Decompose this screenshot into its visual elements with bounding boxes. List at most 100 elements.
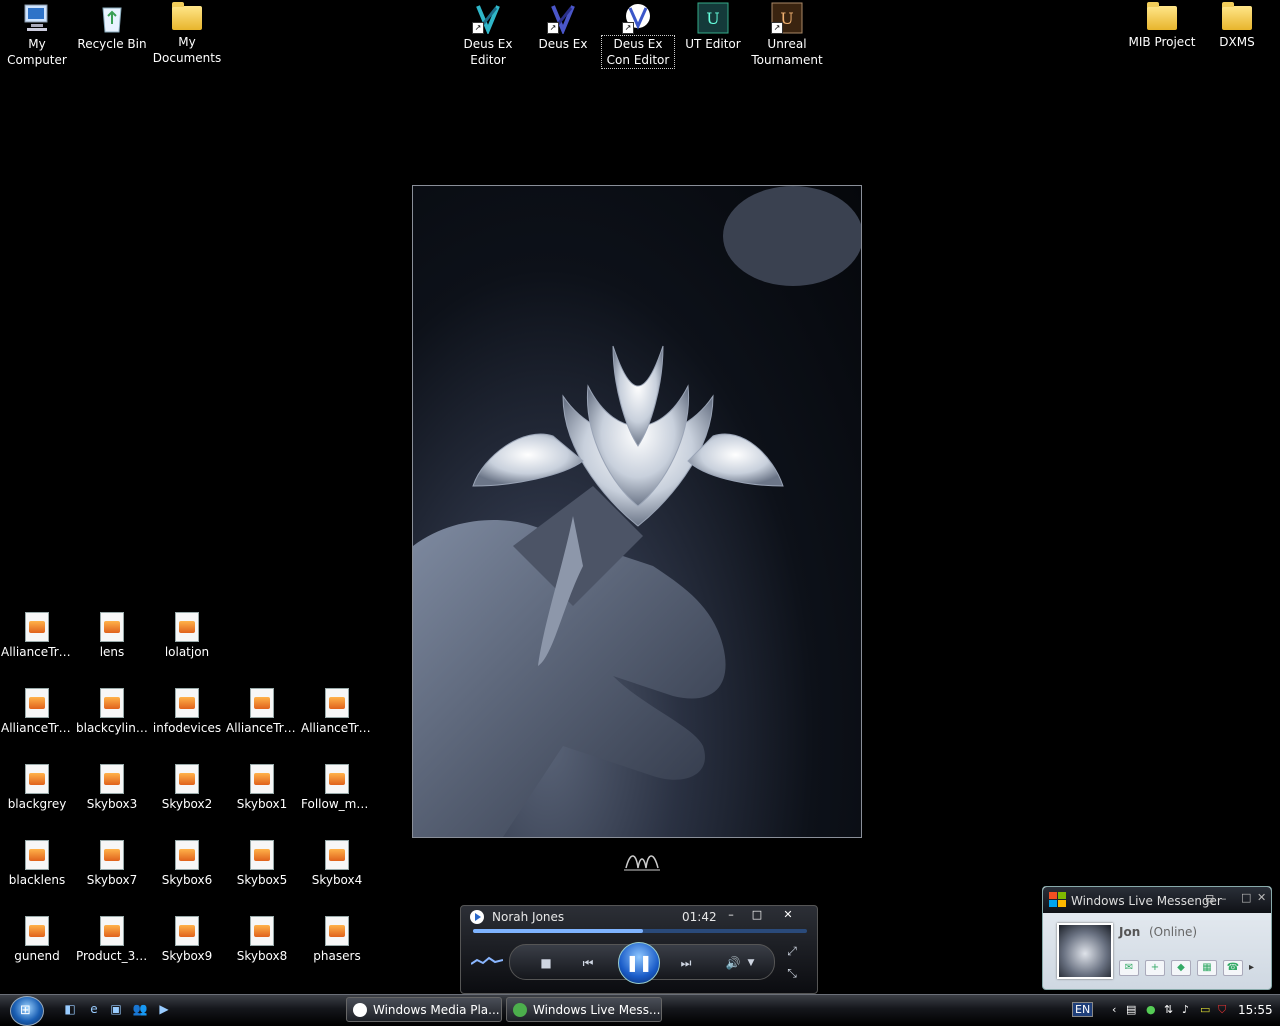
image-file-icon (25, 840, 49, 870)
desktop-icon-my-computer[interactable]: My Computer (1, 2, 73, 68)
options-icon[interactable]: ⊟ (1205, 892, 1214, 905)
maximize-icon[interactable]: □ (1241, 891, 1251, 904)
image-file-icon (100, 840, 124, 870)
desktop-file-icon[interactable]: gunend (1, 914, 73, 964)
contact-name[interactable]: Jon (1119, 925, 1140, 939)
volume-dropdown-icon[interactable]: ▼ (745, 954, 757, 972)
spaces-icon[interactable]: ▦ (1197, 960, 1217, 976)
media-player-titlebar[interactable]: Norah Jones 01:42 – □ ✕ (461, 906, 817, 928)
visualization-icon[interactable] (471, 954, 503, 968)
desktop-file-icon[interactable]: Skybox1 (226, 762, 298, 812)
desktop-file-label: Product_3113 (76, 949, 148, 963)
close-icon[interactable]: ✕ (1257, 891, 1266, 904)
desktop-file-icon[interactable]: lens (76, 610, 148, 660)
switch-windows-icon[interactable]: ▣ (108, 1001, 124, 1017)
stop-button[interactable]: ■ (539, 954, 553, 972)
desktop-file-icon[interactable]: AllianceTri... (226, 686, 298, 736)
taskbar-clock[interactable]: 15:55 (1238, 1003, 1273, 1017)
image-file-icon (250, 840, 274, 870)
taskbar-button-label: Windows Media Pla... (373, 1003, 500, 1017)
messenger-window[interactable]: Windows Live Messenger ⊟ – □ ✕ Jon (Onli… (1042, 886, 1272, 990)
desktop-file-label: blacklens (8, 873, 66, 887)
image-file-icon (25, 764, 49, 794)
desktop-icon-deus-ex-con-editor[interactable]: ↗ Deus Ex Con Editor (601, 2, 675, 69)
messenger-quicklaunch-icon[interactable]: 👥 (132, 1001, 148, 1017)
previous-button[interactable]: ⏮ (571, 954, 605, 972)
desktop-file-icon[interactable]: Skybox4 (301, 838, 373, 888)
desktop-file-icon[interactable]: blackgrey (1, 762, 73, 812)
desktop-file-icon[interactable]: Product_3113 (76, 914, 148, 964)
language-indicator[interactable]: EN (1072, 1002, 1094, 1017)
restore-button[interactable]: □ (748, 908, 766, 922)
taskbar-button-messenger[interactable]: Windows Live Mess... (506, 997, 662, 1022)
desktop-file-icon[interactable]: blacklens (1, 838, 73, 888)
switch-to-library-icon[interactable]: ⤢ (783, 942, 801, 960)
desktop-file-icon[interactable]: AllianceTri... (301, 686, 373, 736)
internet-explorer-icon[interactable]: e (86, 1001, 102, 1017)
desktop-file-icon[interactable]: Skybox5 (226, 838, 298, 888)
battery-icon[interactable]: ▭ (1200, 1003, 1210, 1016)
more-arrow-icon[interactable]: ▸ (1249, 962, 1254, 973)
desktop-file-icon[interactable]: Follow_me... (301, 762, 373, 812)
close-button[interactable]: ✕ (779, 908, 797, 922)
desktop-icon-dxms[interactable]: DXMS (1201, 2, 1273, 50)
desktop-icon-deus-ex[interactable]: ↗ Deus Ex (527, 2, 599, 52)
desktop-file-icon[interactable]: lolatjon (151, 610, 223, 660)
media-player-icon (353, 1003, 367, 1017)
folder-icon (1147, 2, 1177, 30)
desktop-file-icon[interactable]: AllianceTri... (1, 686, 73, 736)
windows-logo-icon: ⊞ (20, 1003, 31, 1018)
minimize-icon[interactable]: – (1221, 892, 1227, 905)
desktop-file-icon[interactable]: phasers (301, 914, 373, 964)
show-desktop-icon[interactable]: ◧ (62, 1001, 78, 1017)
volume-icon[interactable]: 🔊 (723, 954, 743, 972)
add-contact-icon[interactable]: + (1145, 960, 1165, 976)
image-file-icon (325, 688, 349, 718)
desktop-icon-mib-project[interactable]: MIB Project (1126, 2, 1198, 50)
messenger-tray-icon[interactable]: ● (1146, 1003, 1156, 1016)
online-status[interactable]: (Online) (1149, 925, 1197, 939)
desktop-icon-deus-ex-editor[interactable]: ↗ Deus Ex Editor (452, 2, 524, 68)
desktop-file-icon[interactable]: Skybox6 (151, 838, 223, 888)
display-picture[interactable] (1057, 923, 1113, 979)
network-icon[interactable]: ▤ (1126, 1003, 1136, 1016)
desktop-file-label: AllianceTri... (1, 721, 73, 735)
seek-bar[interactable] (473, 929, 807, 933)
desktop-file-icon[interactable]: infodevices (151, 686, 223, 736)
desktop-file-label: Skybox9 (161, 949, 213, 963)
desktop-file-icon[interactable]: Skybox7 (76, 838, 148, 888)
desktop-file-icon[interactable]: blackcylinder (76, 686, 148, 736)
minimize-button[interactable]: – (722, 908, 740, 922)
messenger-titlebar[interactable]: Windows Live Messenger ⊟ – □ ✕ (1043, 887, 1271, 913)
network-activity-icon[interactable]: ⇅ (1164, 1003, 1173, 1016)
desktop-icon-label: My Computer (7, 37, 67, 67)
elapsed-time: 01:42 (682, 910, 717, 924)
desktop-file-label: phasers (313, 949, 361, 963)
mail-icon[interactable]: ✉ (1119, 960, 1139, 976)
desktop-icon-my-documents[interactable]: My Documents (151, 2, 223, 66)
media-player-mini[interactable]: Norah Jones 01:42 – □ ✕ ■ ⏮ ❚❚ ⏭ 🔊 ▼ ⤢ ⤡ (460, 905, 818, 994)
desktop-icon-ut-editor[interactable]: U UT Editor (677, 2, 749, 52)
desktop-icon-label: UT Editor (685, 37, 741, 51)
media-player-quicklaunch-icon[interactable]: ▶ (156, 1001, 172, 1017)
desktop-icon-label: Deus Ex (538, 37, 588, 51)
security-shield-icon[interactable]: ⛉ (1218, 1003, 1226, 1017)
desktop-file-icon[interactable]: Skybox2 (151, 762, 223, 812)
desktop-icon-unreal-tournament[interactable]: U ↗ Unreal Tournament (751, 2, 823, 68)
pause-button[interactable]: ❚❚ (618, 942, 660, 984)
start-button[interactable]: ⊞ (10, 996, 44, 1026)
restore-full-mode-icon[interactable]: ⤡ (783, 964, 801, 982)
volume-tray-icon[interactable]: ♪ (1182, 1003, 1189, 1016)
messenger-toolbar: ✉ + ◆ ▦ ☎ ▸ (1119, 959, 1254, 976)
games-icon[interactable]: ◆ (1171, 960, 1191, 976)
desktop-file-icon[interactable]: Skybox9 (151, 914, 223, 964)
desktop-file-icon[interactable]: Skybox8 (226, 914, 298, 964)
show-hidden-icons-arrow[interactable]: ‹ (1112, 1003, 1116, 1016)
desktop-file-icon[interactable]: Skybox3 (76, 762, 148, 812)
image-file-icon (175, 764, 199, 794)
phone-icon[interactable]: ☎ (1223, 960, 1243, 976)
next-button[interactable]: ⏭ (669, 954, 703, 972)
taskbar-button-media-player[interactable]: Windows Media Pla... (346, 997, 502, 1022)
desktop-icon-recycle-bin[interactable]: Recycle Bin (76, 2, 148, 52)
desktop-file-icon[interactable]: AllianceTri... (1, 610, 73, 660)
